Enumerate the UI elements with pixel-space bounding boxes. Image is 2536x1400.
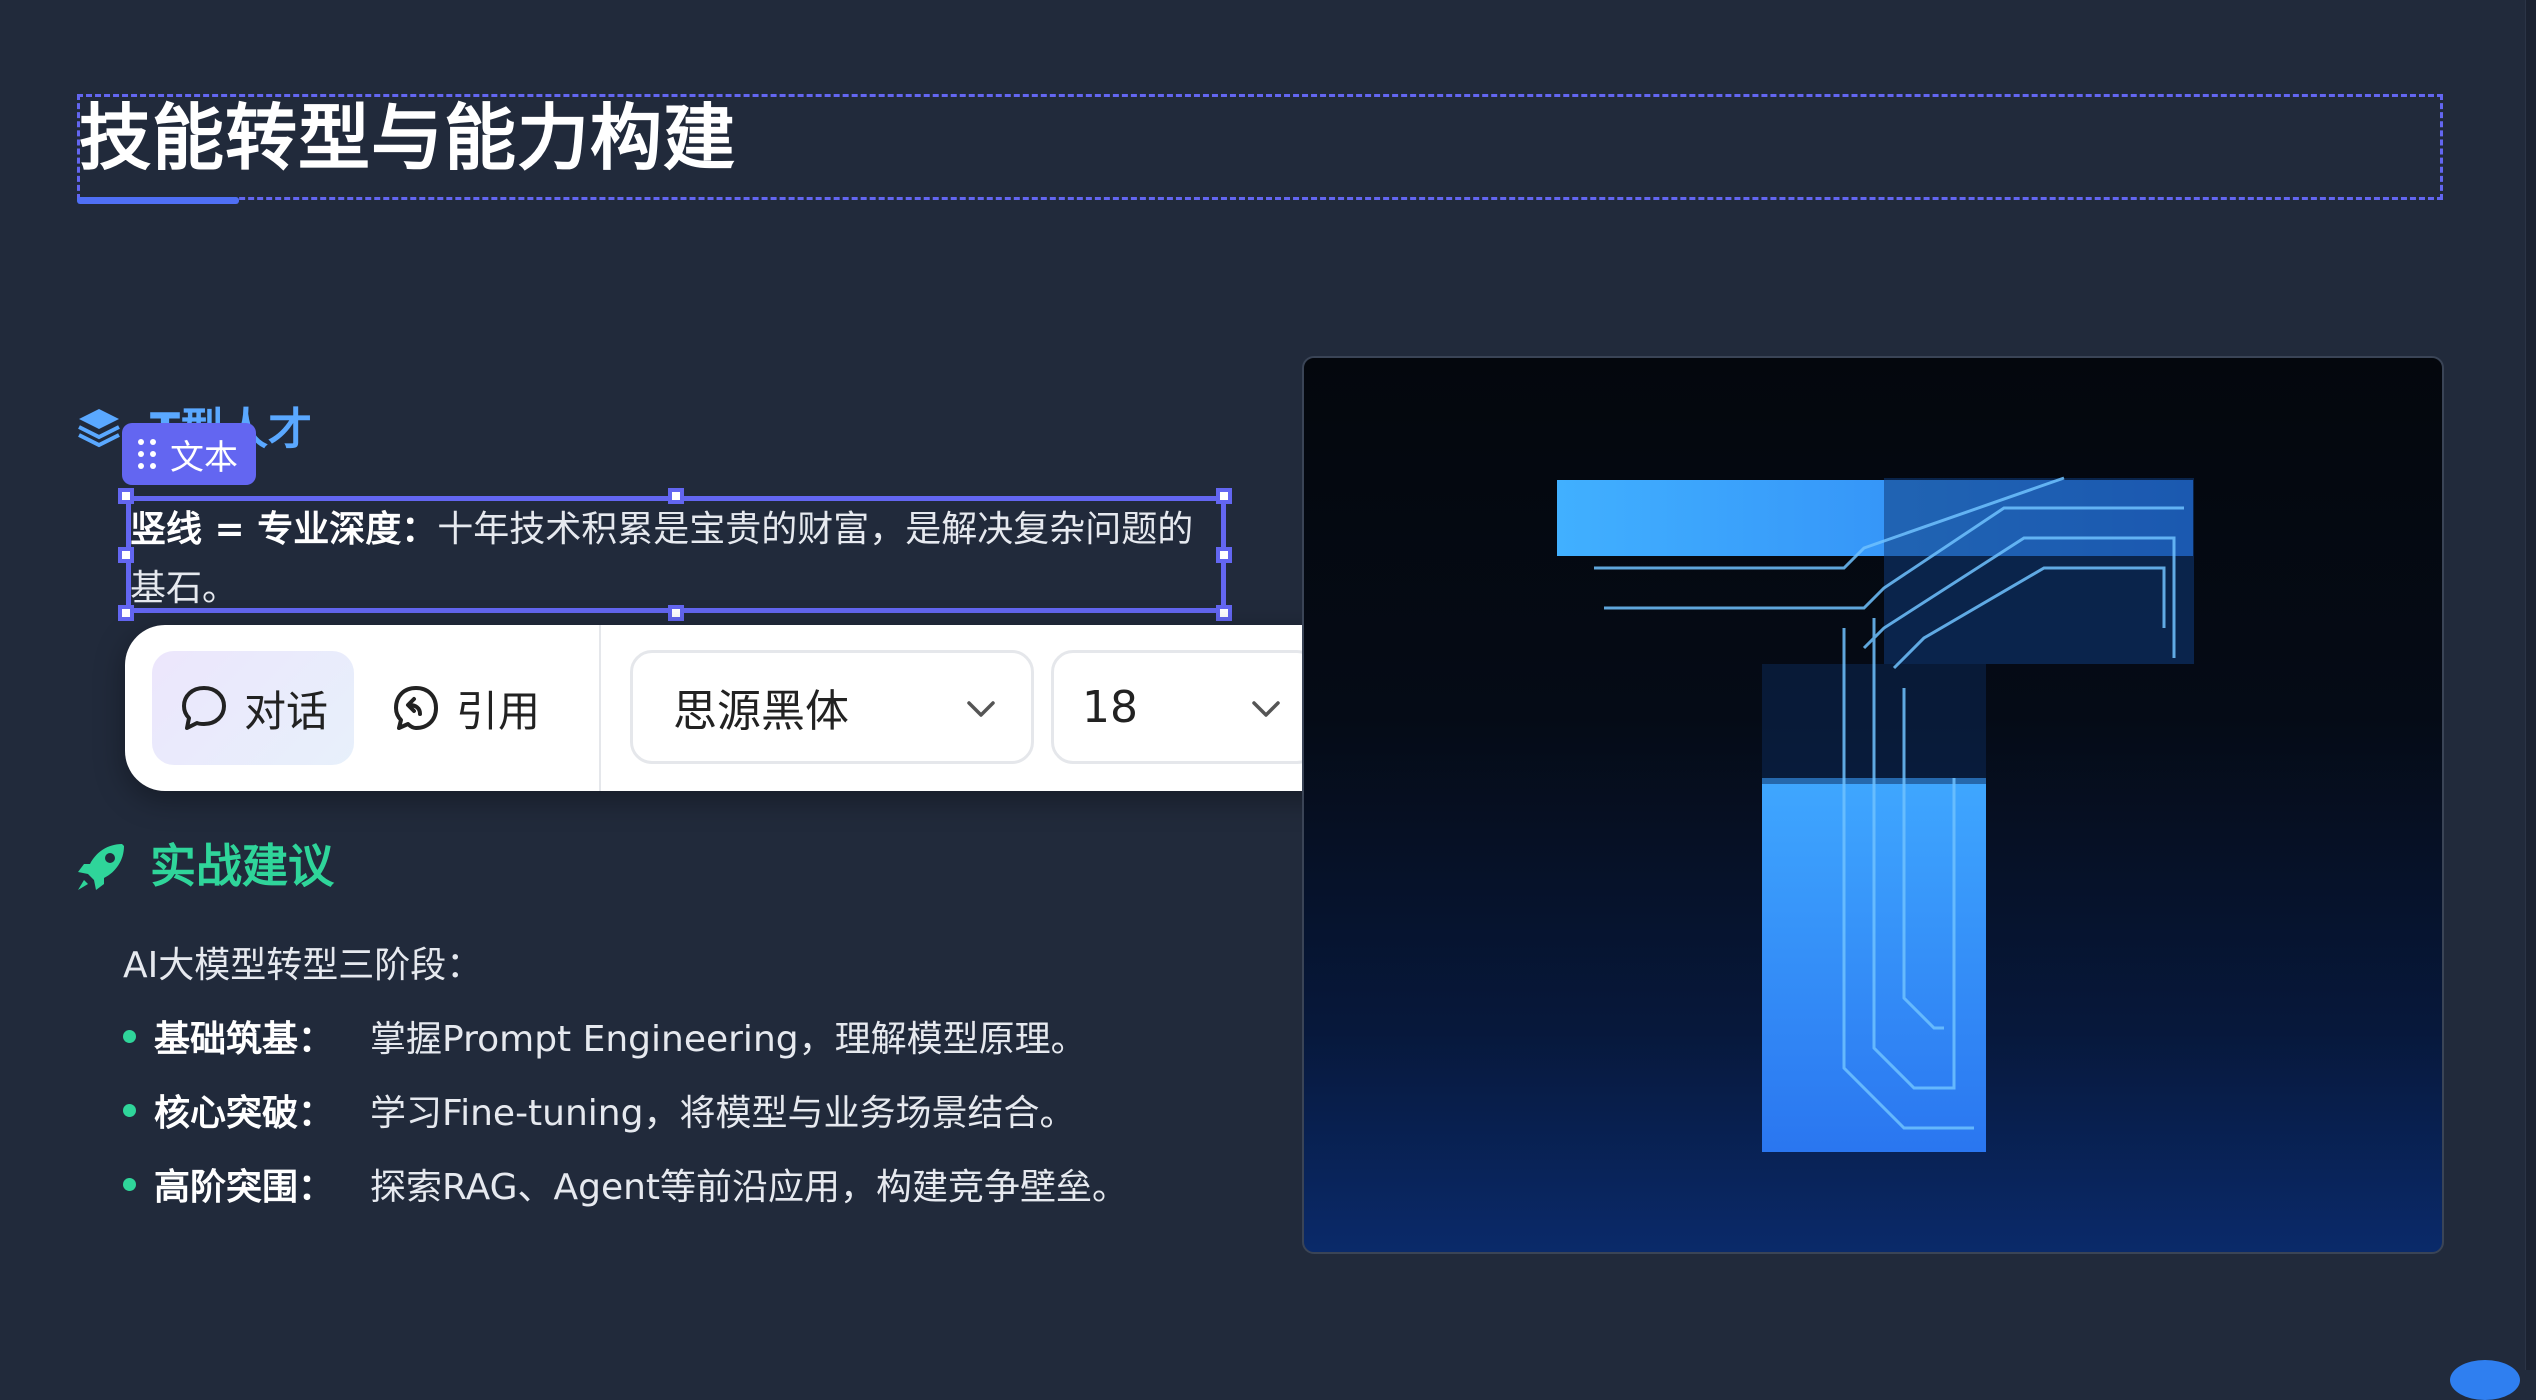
bullet-dot (123, 1029, 136, 1043)
title-underline (77, 197, 239, 204)
text-tag-label: 文本 (170, 437, 238, 478)
list-item: 核心突破： 学习Fine-tuning，将模型与业务场景结合。 (123, 1084, 1075, 1136)
quote-button[interactable]: 引用 (390, 651, 540, 765)
floating-assistant-button[interactable] (2450, 1360, 2520, 1400)
list-item-text: 探索RAG、Agent等前沿应用，构建竞争壁垒。 (370, 1167, 1129, 1208)
selected-text-bold: 竖线 = 专业深度： (130, 509, 438, 550)
bullet-dot (123, 1103, 136, 1117)
t-letter-image[interactable] (1302, 356, 2444, 1254)
selected-text-block[interactable]: 竖线 = 专业深度：十年技术积累是宝贵的财富，是解决复杂问题的基石。 (130, 500, 1220, 618)
section2-intro: AI大模型转型三阶段： (123, 945, 483, 986)
chat-icon (182, 686, 226, 730)
toolbar-divider (599, 625, 601, 791)
font-size-select[interactable]: 18 (1051, 650, 1319, 764)
font-size-value: 18 (1082, 681, 1138, 733)
font-family-select[interactable]: 思源黑体 (630, 650, 1034, 764)
t-letter-circuit-illustration (1557, 476, 2194, 1152)
chat-button-label: 对话 (244, 686, 329, 736)
bullet-dot (123, 1177, 136, 1191)
list-item: 基础筑基： 掌握Prompt Engineering，理解模型原理。 (123, 1010, 1087, 1062)
font-family-value: 思源黑体 (673, 686, 849, 737)
list-item-label: 高阶突围： (154, 1167, 335, 1208)
list-item: 高阶突围： 探索RAG、Agent等前沿应用，构建竞争壁垒。 (123, 1158, 1128, 1210)
text-element-tag[interactable]: 文本 (122, 423, 256, 485)
list-item-text: 掌握Prompt Engineering，理解模型原理。 (370, 1019, 1087, 1060)
layers-icon (78, 409, 120, 448)
chevron-down-icon (967, 701, 995, 717)
chat-button[interactable]: 对话 (152, 651, 354, 765)
list-item-text: 学习Fine-tuning，将模型与业务场景结合。 (370, 1093, 1076, 1134)
page-title[interactable]: 技能转型与能力构建 (79, 95, 736, 181)
list-item-label: 基础筑基： (154, 1019, 335, 1060)
section-heading-practical-advice: 实战建议 (150, 839, 334, 893)
drag-handle-icon[interactable] (138, 439, 156, 469)
rocket-icon (78, 844, 124, 890)
list-item-label: 核心突破： (154, 1093, 335, 1134)
chevron-down-icon (1252, 701, 1280, 717)
scrollbar-track[interactable] (2525, 0, 2536, 1370)
quote-button-label: 引用 (456, 686, 541, 736)
quote-icon (394, 686, 438, 730)
